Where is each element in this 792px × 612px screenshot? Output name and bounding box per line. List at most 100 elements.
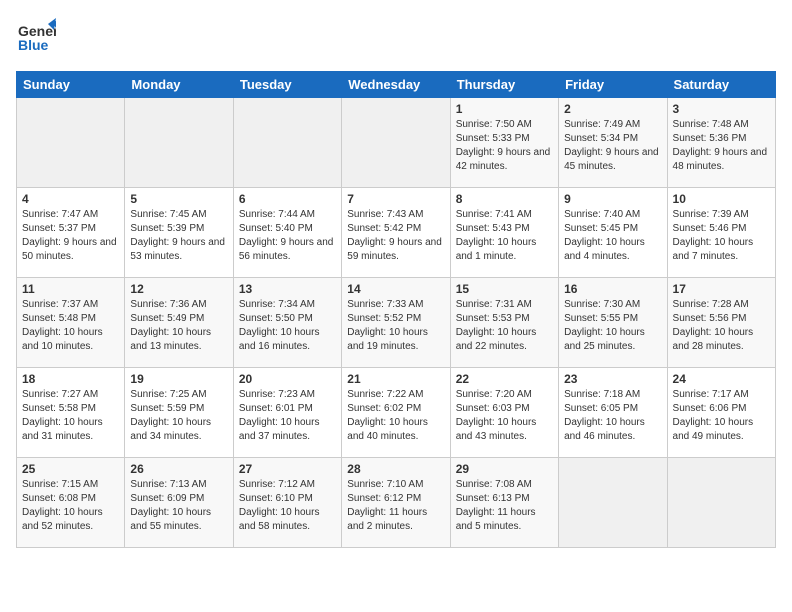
calendar-cell: 28 Sunrise: 7:10 AMSunset: 6:12 PMDaylig… xyxy=(342,458,450,548)
calendar-cell: 4 Sunrise: 7:47 AMSunset: 5:37 PMDayligh… xyxy=(17,188,125,278)
calendar-cell: 1 Sunrise: 7:50 AMSunset: 5:33 PMDayligh… xyxy=(450,98,558,188)
calendar-cell: 16 Sunrise: 7:30 AMSunset: 5:55 PMDaylig… xyxy=(559,278,667,368)
calendar-cell: 2 Sunrise: 7:49 AMSunset: 5:34 PMDayligh… xyxy=(559,98,667,188)
day-info: Sunrise: 7:31 AMSunset: 5:53 PMDaylight:… xyxy=(456,298,553,354)
day-number: 7 xyxy=(347,192,444,206)
calendar-cell: 23 Sunrise: 7:18 AMSunset: 6:05 PMDaylig… xyxy=(559,368,667,458)
calendar-cell: 24 Sunrise: 7:17 AMSunset: 6:06 PMDaylig… xyxy=(667,368,775,458)
day-info: Sunrise: 7:30 AMSunset: 5:55 PMDaylight:… xyxy=(564,298,661,354)
week-row-0: 1 Sunrise: 7:50 AMSunset: 5:33 PMDayligh… xyxy=(17,98,776,188)
calendar-cell: 17 Sunrise: 7:28 AMSunset: 5:56 PMDaylig… xyxy=(667,278,775,368)
week-row-4: 25 Sunrise: 7:15 AMSunset: 6:08 PMDaylig… xyxy=(17,458,776,548)
day-number: 20 xyxy=(239,372,336,386)
header-sunday: Sunday xyxy=(17,72,125,98)
day-info: Sunrise: 7:20 AMSunset: 6:03 PMDaylight:… xyxy=(456,388,553,444)
day-info: Sunrise: 7:27 AMSunset: 5:58 PMDaylight:… xyxy=(22,388,119,444)
week-row-1: 4 Sunrise: 7:47 AMSunset: 5:37 PMDayligh… xyxy=(17,188,776,278)
calendar-cell xyxy=(559,458,667,548)
day-number: 15 xyxy=(456,282,553,296)
day-info: Sunrise: 7:13 AMSunset: 6:09 PMDaylight:… xyxy=(130,478,227,534)
day-info: Sunrise: 7:22 AMSunset: 6:02 PMDaylight:… xyxy=(347,388,444,444)
day-number: 8 xyxy=(456,192,553,206)
calendar-cell: 29 Sunrise: 7:08 AMSunset: 6:13 PMDaylig… xyxy=(450,458,558,548)
header-wednesday: Wednesday xyxy=(342,72,450,98)
day-number: 6 xyxy=(239,192,336,206)
calendar-cell: 13 Sunrise: 7:34 AMSunset: 5:50 PMDaylig… xyxy=(233,278,341,368)
calendar-cell: 27 Sunrise: 7:12 AMSunset: 6:10 PMDaylig… xyxy=(233,458,341,548)
day-number: 9 xyxy=(564,192,661,206)
header-row: SundayMondayTuesdayWednesdayThursdayFrid… xyxy=(17,72,776,98)
calendar-cell xyxy=(342,98,450,188)
calendar-cell: 25 Sunrise: 7:15 AMSunset: 6:08 PMDaylig… xyxy=(17,458,125,548)
calendar-cell: 3 Sunrise: 7:48 AMSunset: 5:36 PMDayligh… xyxy=(667,98,775,188)
day-number: 13 xyxy=(239,282,336,296)
calendar-cell: 8 Sunrise: 7:41 AMSunset: 5:43 PMDayligh… xyxy=(450,188,558,278)
day-info: Sunrise: 7:12 AMSunset: 6:10 PMDaylight:… xyxy=(239,478,336,534)
calendar-cell: 6 Sunrise: 7:44 AMSunset: 5:40 PMDayligh… xyxy=(233,188,341,278)
calendar-cell: 5 Sunrise: 7:45 AMSunset: 5:39 PMDayligh… xyxy=(125,188,233,278)
day-number: 25 xyxy=(22,462,119,476)
day-info: Sunrise: 7:33 AMSunset: 5:52 PMDaylight:… xyxy=(347,298,444,354)
week-row-3: 18 Sunrise: 7:27 AMSunset: 5:58 PMDaylig… xyxy=(17,368,776,458)
calendar-cell: 11 Sunrise: 7:37 AMSunset: 5:48 PMDaylig… xyxy=(17,278,125,368)
day-number: 29 xyxy=(456,462,553,476)
calendar-cell: 21 Sunrise: 7:22 AMSunset: 6:02 PMDaylig… xyxy=(342,368,450,458)
day-number: 1 xyxy=(456,102,553,116)
header-thursday: Thursday xyxy=(450,72,558,98)
day-info: Sunrise: 7:34 AMSunset: 5:50 PMDaylight:… xyxy=(239,298,336,354)
day-info: Sunrise: 7:10 AMSunset: 6:12 PMDaylight:… xyxy=(347,478,444,534)
day-info: Sunrise: 7:15 AMSunset: 6:08 PMDaylight:… xyxy=(22,478,119,534)
day-number: 23 xyxy=(564,372,661,386)
day-info: Sunrise: 7:37 AMSunset: 5:48 PMDaylight:… xyxy=(22,298,119,354)
day-number: 19 xyxy=(130,372,227,386)
day-number: 21 xyxy=(347,372,444,386)
day-number: 12 xyxy=(130,282,227,296)
header-saturday: Saturday xyxy=(667,72,775,98)
calendar-cell xyxy=(125,98,233,188)
header-friday: Friday xyxy=(559,72,667,98)
calendar-cell xyxy=(233,98,341,188)
page-header: General Blue xyxy=(16,16,776,61)
calendar-cell: 9 Sunrise: 7:40 AMSunset: 5:45 PMDayligh… xyxy=(559,188,667,278)
day-info: Sunrise: 7:44 AMSunset: 5:40 PMDaylight:… xyxy=(239,208,336,264)
day-number: 22 xyxy=(456,372,553,386)
day-number: 3 xyxy=(673,102,770,116)
day-info: Sunrise: 7:45 AMSunset: 5:39 PMDaylight:… xyxy=(130,208,227,264)
day-info: Sunrise: 7:08 AMSunset: 6:13 PMDaylight:… xyxy=(456,478,553,534)
day-number: 11 xyxy=(22,282,119,296)
day-number: 5 xyxy=(130,192,227,206)
calendar-cell: 26 Sunrise: 7:13 AMSunset: 6:09 PMDaylig… xyxy=(125,458,233,548)
day-info: Sunrise: 7:43 AMSunset: 5:42 PMDaylight:… xyxy=(347,208,444,264)
calendar-cell xyxy=(17,98,125,188)
calendar-cell: 7 Sunrise: 7:43 AMSunset: 5:42 PMDayligh… xyxy=(342,188,450,278)
header-tuesday: Tuesday xyxy=(233,72,341,98)
calendar-cell xyxy=(667,458,775,548)
week-row-2: 11 Sunrise: 7:37 AMSunset: 5:48 PMDaylig… xyxy=(17,278,776,368)
logo-icon: General Blue xyxy=(16,16,56,56)
calendar-cell: 15 Sunrise: 7:31 AMSunset: 5:53 PMDaylig… xyxy=(450,278,558,368)
day-number: 4 xyxy=(22,192,119,206)
calendar-cell: 19 Sunrise: 7:25 AMSunset: 5:59 PMDaylig… xyxy=(125,368,233,458)
day-info: Sunrise: 7:48 AMSunset: 5:36 PMDaylight:… xyxy=(673,118,770,174)
day-info: Sunrise: 7:49 AMSunset: 5:34 PMDaylight:… xyxy=(564,118,661,174)
day-number: 17 xyxy=(673,282,770,296)
day-info: Sunrise: 7:36 AMSunset: 5:49 PMDaylight:… xyxy=(130,298,227,354)
day-info: Sunrise: 7:25 AMSunset: 5:59 PMDaylight:… xyxy=(130,388,227,444)
day-number: 24 xyxy=(673,372,770,386)
day-info: Sunrise: 7:50 AMSunset: 5:33 PMDaylight:… xyxy=(456,118,553,174)
calendar-cell: 14 Sunrise: 7:33 AMSunset: 5:52 PMDaylig… xyxy=(342,278,450,368)
day-info: Sunrise: 7:23 AMSunset: 6:01 PMDaylight:… xyxy=(239,388,336,444)
calendar-cell: 22 Sunrise: 7:20 AMSunset: 6:03 PMDaylig… xyxy=(450,368,558,458)
calendar-cell: 18 Sunrise: 7:27 AMSunset: 5:58 PMDaylig… xyxy=(17,368,125,458)
day-info: Sunrise: 7:41 AMSunset: 5:43 PMDaylight:… xyxy=(456,208,553,264)
day-number: 2 xyxy=(564,102,661,116)
day-number: 16 xyxy=(564,282,661,296)
day-info: Sunrise: 7:39 AMSunset: 5:46 PMDaylight:… xyxy=(673,208,770,264)
day-number: 26 xyxy=(130,462,227,476)
svg-text:Blue: Blue xyxy=(18,37,49,53)
calendar-cell: 20 Sunrise: 7:23 AMSunset: 6:01 PMDaylig… xyxy=(233,368,341,458)
day-number: 10 xyxy=(673,192,770,206)
day-number: 18 xyxy=(22,372,119,386)
day-info: Sunrise: 7:28 AMSunset: 5:56 PMDaylight:… xyxy=(673,298,770,354)
day-number: 27 xyxy=(239,462,336,476)
